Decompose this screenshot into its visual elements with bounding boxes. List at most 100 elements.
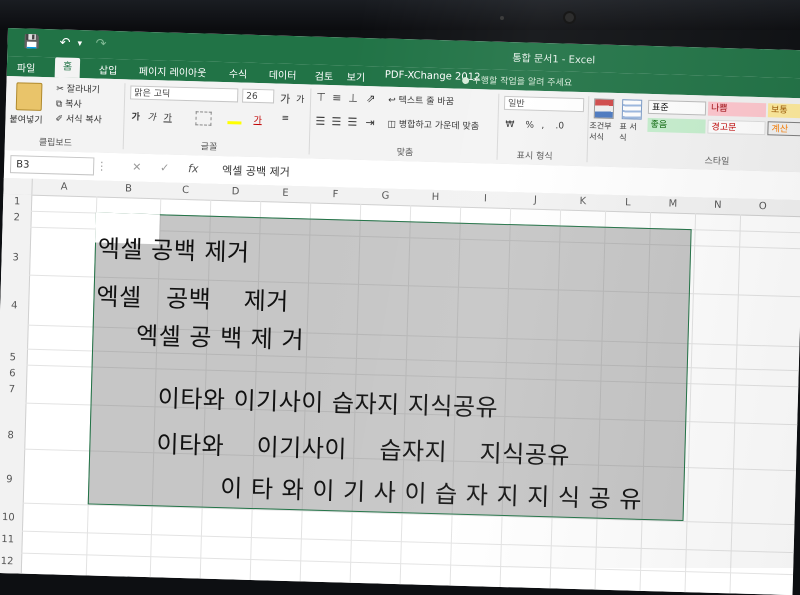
row-header[interactable]: 10	[0, 512, 22, 524]
column-header[interactable]: K	[560, 195, 605, 207]
tell-me-box[interactable]: ● 수행할 작업을 알려 주세요	[462, 73, 573, 89]
italic-button[interactable]: 가	[147, 110, 156, 123]
indent-icon[interactable]: ⇥	[365, 116, 375, 129]
table-format-icon[interactable]	[621, 99, 643, 120]
enter-icon[interactable]: ✓	[160, 161, 170, 174]
align-right-icon[interactable]: ☰	[347, 116, 357, 129]
number-format-dropdown[interactable]: 일반	[503, 95, 585, 113]
row-header[interactable]: 3	[1, 252, 29, 264]
wrap-text-label: 텍스트 줄 바꿈	[398, 95, 455, 108]
font-name-dropdown[interactable]: 맑은 고딕	[130, 85, 239, 103]
column-header[interactable]: L	[605, 197, 650, 209]
merge-center-button[interactable]: ◫ 병합하고 가운데 맞춤	[387, 117, 479, 133]
copy-button[interactable]: ⧉ 복사	[56, 96, 82, 110]
cancel-icon[interactable]: ✕	[132, 161, 142, 174]
align-left-icon[interactable]: ☰	[315, 115, 325, 128]
undo-icon[interactable]: ↶	[59, 35, 70, 50]
column-header[interactable]: A	[31, 181, 96, 194]
cell-b4[interactable]: 엑셀 공백 제거	[96, 277, 289, 317]
paste-button[interactable]: 붙여넣기	[9, 112, 42, 126]
style-neutral[interactable]: 보통	[767, 103, 800, 119]
column-header[interactable]: E	[260, 187, 310, 199]
bold-button[interactable]: 가	[131, 109, 140, 122]
style-calculation[interactable]: 계산	[767, 121, 800, 137]
chevron-down-icon[interactable]: ▾	[77, 39, 82, 49]
align-bottom-icon[interactable]: ⊥	[348, 92, 358, 105]
increase-decimal-icon[interactable]: .0	[555, 121, 564, 131]
tab-view[interactable]: 보기	[347, 68, 366, 84]
border-icon[interactable]	[195, 111, 212, 126]
column-header[interactable]: J	[510, 194, 560, 206]
style-good[interactable]: 좋음	[647, 117, 706, 134]
tab-formulas[interactable]: 수식	[229, 65, 248, 81]
row-header[interactable]: 11	[0, 534, 22, 546]
tab-home[interactable]: 홈	[54, 57, 81, 79]
row-header[interactable]: 2	[3, 212, 31, 224]
align-top-icon[interactable]: ⊤	[316, 91, 326, 104]
phonetic-icon[interactable]: ≡	[281, 114, 289, 124]
comma-icon[interactable]: ,	[541, 121, 544, 131]
column-header[interactable]: D	[210, 186, 260, 198]
conditional-format-button[interactable]: 조건부 서식	[589, 120, 618, 143]
column-header[interactable]: I	[460, 193, 510, 205]
tab-insert[interactable]: 삽입	[99, 62, 118, 78]
percent-icon[interactable]: %	[525, 120, 534, 130]
row-header[interactable]: 8	[0, 430, 25, 442]
column-header[interactable]: C	[160, 184, 210, 196]
column-header[interactable]: O	[740, 201, 785, 213]
wrap-text-button[interactable]: ↩ 텍스트 줄 바꿈	[388, 93, 454, 108]
grow-font-button[interactable]: 가	[280, 91, 291, 107]
redo-icon[interactable]: ↷	[95, 36, 106, 51]
tab-page-layout[interactable]: 페이지 레이아웃	[139, 63, 207, 80]
gridline	[728, 214, 742, 595]
orientation-icon[interactable]: ⇗	[366, 92, 376, 105]
column-header[interactable]: M	[650, 198, 695, 210]
select-all-corner[interactable]	[3, 177, 33, 195]
paste-icon[interactable]	[15, 82, 43, 111]
tab-file[interactable]: 파일	[17, 59, 36, 75]
fill-color-icon[interactable]	[227, 112, 242, 125]
font-size-dropdown[interactable]: 26	[242, 88, 275, 104]
row-header[interactable]: 7	[0, 384, 26, 396]
group-label-number: 표시 형식	[516, 151, 553, 163]
worksheet-grid[interactable]: A B C D E F G H I J K L M N O 1 2 3 4 5 …	[0, 177, 800, 595]
cell-b3[interactable]: 엑셀 공백 제거	[97, 229, 250, 268]
cut-button[interactable]: ✂ 잘라내기	[56, 81, 100, 95]
row-header[interactable]: 5	[0, 352, 27, 364]
tab-data[interactable]: 데이터	[269, 66, 297, 82]
align-middle-icon[interactable]: ≡	[332, 91, 342, 104]
row-header[interactable]: 4	[0, 300, 28, 312]
column-header[interactable]: B	[96, 183, 160, 196]
column-header[interactable]: F	[310, 189, 360, 201]
column-header[interactable]: H	[410, 191, 460, 203]
scissors-icon: ✂	[56, 84, 64, 95]
column-header[interactable]: G	[360, 190, 410, 202]
name-box[interactable]: B3	[9, 155, 95, 176]
format-painter-button[interactable]: ✐ 서식 복사	[55, 111, 102, 125]
gridline	[21, 530, 800, 554]
align-center-icon[interactable]: ☰	[331, 115, 341, 128]
underline-button[interactable]: 가	[163, 110, 172, 123]
column-header[interactable]: N	[695, 199, 740, 211]
tab-review[interactable]: 검토	[315, 68, 334, 84]
name-box-dropdown-icon[interactable]: ⋮	[96, 160, 107, 173]
style-normal[interactable]: 표준	[647, 99, 707, 116]
shrink-font-button[interactable]: 가	[296, 92, 305, 105]
group-label-clipboard: 클립보드	[38, 137, 73, 149]
save-icon[interactable]: 💾	[23, 34, 40, 49]
currency-icon[interactable]: ₩	[505, 120, 514, 130]
font-color-button[interactable]: 가	[253, 113, 262, 126]
row-header[interactable]: 9	[0, 474, 24, 486]
sensor-dot	[500, 16, 504, 20]
row-header[interactable]: 1	[3, 196, 31, 208]
style-warning[interactable]: 경고문	[707, 119, 766, 136]
formula-input[interactable]: 엑셀 공백 제거	[222, 162, 290, 180]
cell-b5[interactable]: 엑셀 공 백 제 거	[95, 315, 305, 356]
row-header[interactable]: 12	[0, 556, 21, 568]
insert-function-icon[interactable]: fx	[188, 162, 199, 175]
window-title: 통합 문서1 - Excel	[512, 53, 596, 67]
row-header[interactable]: 6	[0, 368, 26, 380]
conditional-format-icon[interactable]	[593, 98, 615, 119]
format-as-table-button[interactable]: 표 서식	[619, 121, 644, 144]
style-bad[interactable]: 나쁨	[707, 101, 767, 118]
